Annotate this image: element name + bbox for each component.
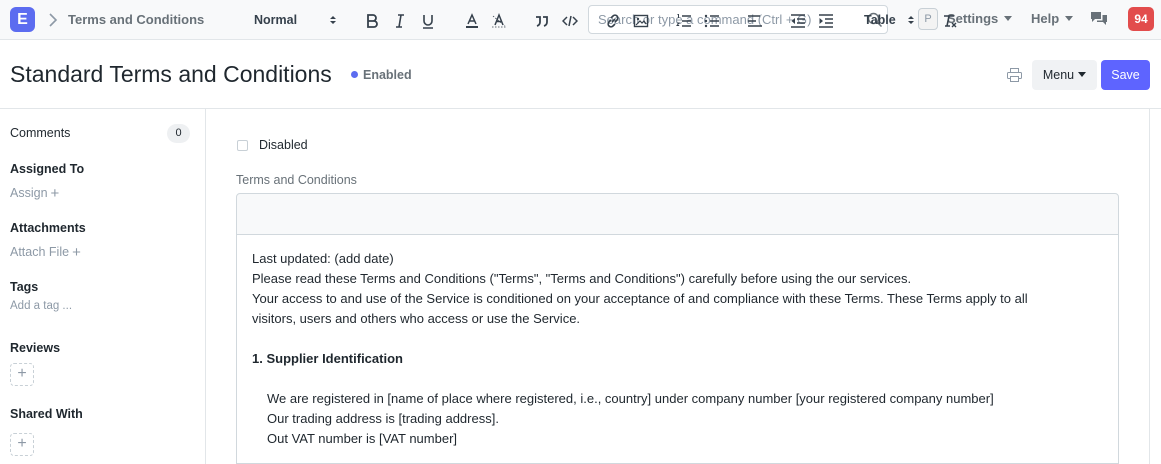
font-color-icon[interactable] (464, 13, 480, 29)
status-label: Enabled (363, 68, 412, 82)
italic-icon[interactable] (392, 13, 408, 29)
editor-line: Our trading address is [trading address]… (267, 411, 499, 426)
image-icon[interactable] (633, 13, 649, 29)
caret-down-icon (1078, 72, 1087, 77)
menu-button[interactable]: Menu (1032, 60, 1097, 90)
ordered-list-icon[interactable] (676, 13, 692, 29)
link-icon[interactable] (605, 13, 621, 29)
terms-field-label: Terms and Conditions (236, 173, 357, 187)
blockquote-icon[interactable] (534, 13, 550, 29)
plus-icon: + (17, 435, 27, 452)
chevron-right-icon (49, 13, 58, 27)
notification-badge[interactable]: 94 (1128, 7, 1154, 31)
navbar: E Terms and Conditions P Settings Help 9… (0, 0, 1161, 40)
page-title: Standard Terms and Conditions (10, 61, 332, 87)
select-arrows-icon (330, 16, 336, 24)
outdent-icon[interactable] (790, 13, 806, 29)
plus-icon: + (72, 244, 81, 261)
divider (0, 108, 1161, 109)
code-icon[interactable] (562, 13, 578, 29)
editor-heading: 1. Supplier Identification (252, 351, 403, 366)
table-select[interactable]: Table (864, 13, 896, 27)
underline-icon[interactable] (420, 13, 436, 29)
editor-line: Your access to and use of the Service is… (252, 291, 1028, 306)
disabled-checkbox[interactable] (237, 140, 248, 151)
disabled-label: Disabled (259, 138, 308, 152)
caret-down-icon (1004, 16, 1013, 21)
breadcrumb[interactable]: Terms and Conditions (68, 12, 204, 27)
divider (205, 109, 206, 464)
bullet-list-icon[interactable] (704, 13, 720, 29)
align-left-icon[interactable] (747, 13, 763, 29)
assigned-to-label: Assigned To (10, 162, 85, 176)
editor-line: Out VAT number is [VAT number] (267, 431, 458, 446)
attach-file-label: Attach File (10, 245, 70, 259)
app-logo[interactable]: E (10, 7, 35, 32)
caret-down-icon (1065, 16, 1074, 21)
add-review-button[interactable]: + (10, 363, 34, 386)
status-badge: Enabled (351, 68, 412, 82)
editor-line: visitors, users and others who access or… (252, 311, 581, 326)
clear-format-icon[interactable] (942, 13, 958, 29)
add-share-button[interactable]: + (10, 433, 34, 456)
comments-count: 0 (167, 124, 190, 143)
status-dot (351, 71, 358, 78)
plus-icon: + (50, 185, 60, 202)
assign-link[interactable]: Assign + (10, 185, 59, 202)
user-avatar[interactable]: P (918, 8, 938, 30)
add-tag-link[interactable]: Add a tag ... (10, 300, 72, 312)
help-label: Help (1031, 11, 1060, 26)
chat-icon[interactable] (1090, 11, 1108, 27)
terms-editor[interactable] (236, 235, 1119, 464)
format-select[interactable]: Normal (254, 13, 297, 27)
select-arrows-icon (908, 16, 914, 24)
tags-label: Tags (10, 280, 39, 294)
editor-toolbar (236, 193, 1119, 235)
indent-icon[interactable] (818, 13, 834, 29)
editor-line: Please read these Terms and Conditions (… (252, 271, 912, 286)
attach-file-link[interactable]: Attach File + (10, 244, 81, 261)
comments-label: Comments (10, 126, 71, 140)
attachments-label: Attachments (10, 221, 86, 235)
menu-label: Menu (1042, 68, 1075, 82)
highlight-icon[interactable] (491, 13, 507, 29)
assign-link-label: Assign (10, 186, 48, 200)
plus-icon: + (17, 365, 27, 382)
printer-icon[interactable] (1007, 68, 1022, 82)
save-button[interactable]: Save (1101, 60, 1150, 90)
bold-icon[interactable] (364, 13, 380, 29)
help-dropdown[interactable]: Help (1031, 11, 1074, 26)
shared-with-label: Shared With (10, 407, 83, 421)
editor-line: Last updated: (add date) (252, 251, 394, 266)
reviews-label: Reviews (10, 341, 61, 355)
editor-line: We are registered in [name of place wher… (267, 391, 994, 406)
divider (1149, 109, 1150, 464)
